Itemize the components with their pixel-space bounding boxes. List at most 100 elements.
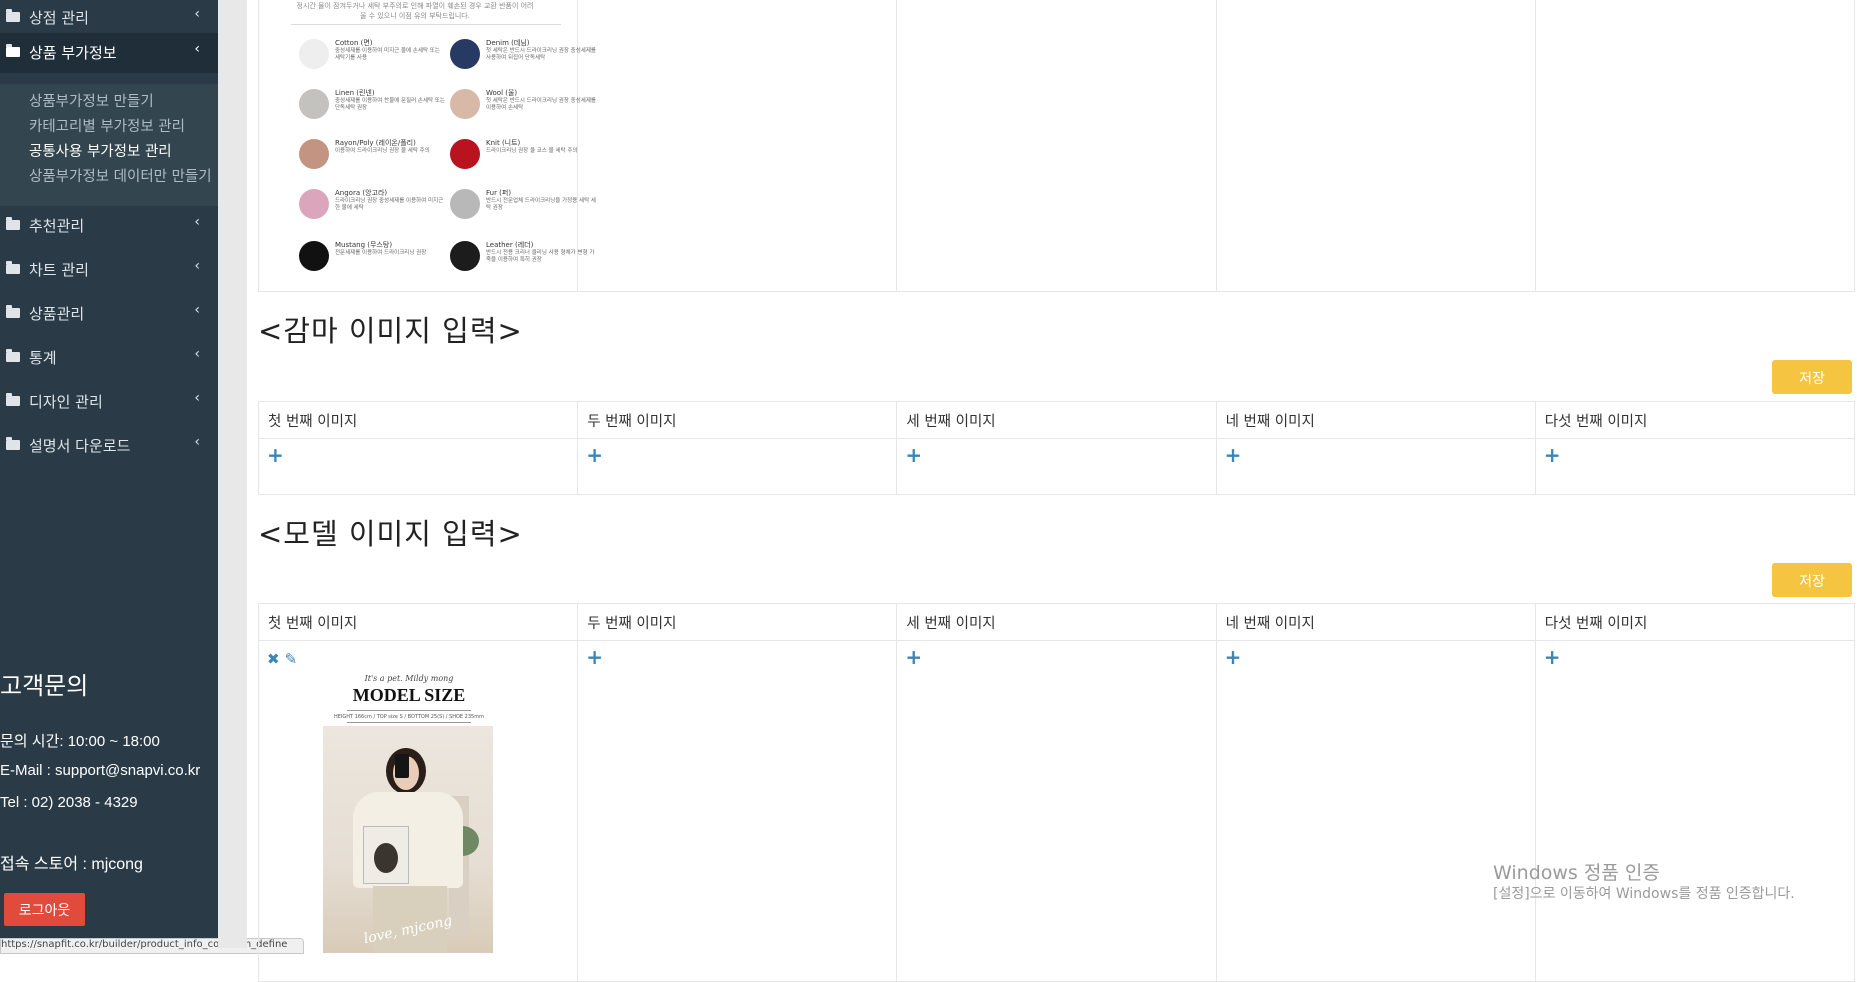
folder-icon	[6, 349, 20, 362]
submenu-common-extra-info[interactable]: 공통사용 부가정보 관리	[29, 140, 172, 161]
column-header: 다섯 번째 이미지	[1534, 603, 1856, 641]
menu-label: 상품관리	[29, 305, 85, 323]
folder-icon	[6, 217, 20, 230]
column-header: 두 번째 이미지	[577, 603, 898, 641]
chevron-left-icon: ‹	[194, 214, 200, 230]
menu-label: 추천관리	[29, 217, 85, 235]
image-cell: +	[1534, 640, 1856, 982]
menu-product-management[interactable]: 상품관리 ‹	[0, 294, 218, 334]
image-cell: +	[1215, 438, 1536, 495]
fabric-item: Rayon/Poly (레이온/폴리) 이용하여 드라이크리닝 권장 물 세탁 …	[299, 139, 447, 185]
chevron-left-icon: ‹	[194, 258, 200, 274]
add-image-icon[interactable]: +	[586, 647, 603, 667]
fabric-name: Mustang (무스탕)	[335, 241, 393, 249]
menu-label: 통계	[29, 349, 57, 367]
contact-title: 고객문의	[0, 672, 89, 700]
fabric-swatch	[450, 89, 480, 119]
fabric-desc: 이용하여 드라이크리닝 권장 물 세탁 주의	[335, 148, 430, 154]
folder-icon	[6, 44, 20, 57]
divider	[291, 24, 561, 25]
image-cell: 정시간 물이 잠겨두거나 세탁 부주의로 인해 파열이 훼손된 경우 교환 반품…	[257, 0, 596, 292]
add-image-icon[interactable]: +	[1225, 647, 1242, 667]
image-cell	[1215, 0, 1536, 292]
add-image-icon[interactable]: +	[905, 647, 922, 667]
model-size-image: It's a pet. Mildy mong MODEL SIZE HEIGHT…	[309, 674, 509, 959]
folder-icon	[6, 261, 20, 274]
menu-label: 상품 부가정보	[29, 44, 117, 62]
folder-icon	[6, 305, 20, 318]
fabric-swatch	[299, 39, 329, 69]
sidebar: 상점 관리 ‹ 상품 부가정보 ‹ 상품부가정보 만들기 카테고리별 부가정보 …	[0, 0, 218, 948]
model-save-button[interactable]: 저장	[1772, 563, 1852, 597]
fabric-swatch	[299, 89, 329, 119]
gamma-save-button[interactable]: 저장	[1772, 360, 1852, 394]
folder-icon	[6, 393, 20, 406]
fabric-desc: 첫 세탁은 반드시 드라이크리닝 권장 중성세제를 사용하여 뒤집어 단독세탁	[486, 48, 596, 61]
submenu: 상품부가정보 만들기 카테고리별 부가정보 관리 공통사용 부가정보 관리 상품…	[0, 84, 218, 206]
fabric-item: Knit (니트) 드라이크리닝 권장 울 코스 물 세탁 주의	[450, 139, 598, 185]
column-header: 네 번째 이미지	[1215, 603, 1536, 641]
add-image-icon[interactable]: +	[905, 445, 922, 465]
add-image-icon[interactable]: +	[1544, 445, 1561, 465]
folder-icon	[6, 437, 20, 450]
fabric-item: Denim (데님) 첫 세탁은 반드시 드라이크리닝 권장 중성세제를 사용하…	[450, 39, 598, 85]
image-cell: +	[577, 438, 898, 495]
menu-recommendation[interactable]: 추천관리 ‹	[0, 206, 218, 246]
menu-label: 상점 관리	[29, 9, 89, 27]
add-image-icon[interactable]: +	[1225, 445, 1242, 465]
fabric-desc: 반드시 전용 크리너 클리닝 사용 형체가 변형 가죽을 이용하여 특히 권장	[486, 250, 595, 263]
menu-label: 차트 관리	[29, 261, 89, 279]
chevron-left-icon: ‹	[194, 302, 200, 318]
fabric-name: Linen (린넨)	[335, 89, 375, 97]
fabric-desc: 반드시 전문업체 드라이크리닝을 가정용 세탁 세탁 권장	[486, 198, 596, 211]
image-cell	[896, 0, 1217, 292]
chevron-left-icon: ‹	[194, 390, 200, 406]
model-image-table: 첫 번째 이미지 두 번째 이미지 세 번째 이미지 네 번째 이미지 다섯 번…	[257, 603, 1856, 982]
column-header: 세 번째 이미지	[896, 603, 1217, 641]
fabric-item: Leather (레더) 반드시 전용 크리너 클리닝 사용 형체가 변형 가죽…	[450, 241, 598, 287]
gamma-section-title: <감마 이미지 입력>	[258, 314, 523, 348]
menu-design-management[interactable]: 디자인 관리 ‹	[0, 382, 218, 422]
delete-icon[interactable]: ✖	[267, 652, 280, 667]
submenu-create-extra-info[interactable]: 상품부가정보 만들기	[29, 90, 154, 111]
image-cell: ✖ ✎ It's a pet. Mildy mong MODEL SIZE HE…	[257, 640, 579, 982]
menu-chart-management[interactable]: 차트 관리 ‹	[0, 250, 218, 290]
fabric-swatch	[299, 241, 329, 271]
fabric-note: 정시간 물이 잠겨두거나 세탁 부주의로 인해 파열이 훼손된 경우 교환 반품…	[296, 2, 534, 20]
image-cell: +	[896, 640, 1217, 982]
image-cell	[1534, 0, 1856, 292]
contact-hours: 문의 시간: 10:00 ~ 18:00	[0, 733, 160, 750]
contact-tel: Tel : 02) 2038 - 4329	[0, 794, 138, 811]
fabric-name: Wool (울)	[486, 89, 518, 97]
menu-manual-download[interactable]: 설명서 다운로드 ‹	[0, 426, 218, 466]
fabric-swatch	[299, 139, 329, 169]
column-header: 세 번째 이미지	[896, 401, 1217, 439]
add-image-icon[interactable]: +	[1544, 647, 1561, 667]
submenu-data-only[interactable]: 상품부가정보 데이터만 만들기	[29, 165, 212, 186]
menu-statistics[interactable]: 통계 ‹	[0, 338, 218, 378]
fabric-desc: 드라이크리닝 권장 울 코스 물 세탁 주의	[486, 148, 578, 154]
menu-label: 디자인 관리	[29, 393, 103, 411]
divider	[347, 722, 471, 723]
fabric-swatch	[450, 241, 480, 271]
add-image-icon[interactable]: +	[586, 445, 603, 465]
fabric-item: Wool (울) 첫 세탁은 반드시 드라이크리닝 권장 중성세제를 이용하여 …	[450, 89, 598, 135]
column-header: 다섯 번째 이미지	[1534, 401, 1856, 439]
fabric-desc: 전문세제를 이용하여 드라이크리닝 권장	[335, 250, 427, 256]
gamma-image-table: 첫 번째 이미지 두 번째 이미지 세 번째 이미지 네 번째 이미지 다섯 번…	[257, 401, 1856, 495]
fabric-name: Denim (데님)	[486, 39, 530, 47]
logout-button[interactable]: 로그아웃	[4, 893, 85, 926]
edit-pencil-icon[interactable]: ✎	[285, 652, 298, 667]
fabric-name: Fur (퍼)	[486, 189, 512, 197]
menu-product-extra-info[interactable]: 상품 부가정보 ‹	[0, 33, 218, 73]
add-image-icon[interactable]: +	[267, 445, 284, 465]
chevron-left-icon: ‹	[194, 6, 200, 22]
column-header: 네 번째 이미지	[1215, 401, 1536, 439]
fabric-desc: 드라이크리닝 권장 중성세제를 이용하여 미지근한 물에 세탁	[335, 198, 444, 211]
model-section-title: <모델 이미지 입력>	[258, 517, 523, 551]
model-size-title: MODEL SIZE	[352, 685, 466, 705]
column-header: 첫 번째 이미지	[257, 603, 579, 641]
fabric-item: Mustang (무스탕) 전문세제를 이용하여 드라이크리닝 권장	[299, 241, 447, 287]
fabric-swatch	[450, 189, 480, 219]
submenu-category-extra-info[interactable]: 카테고리별 부가정보 관리	[29, 115, 185, 136]
